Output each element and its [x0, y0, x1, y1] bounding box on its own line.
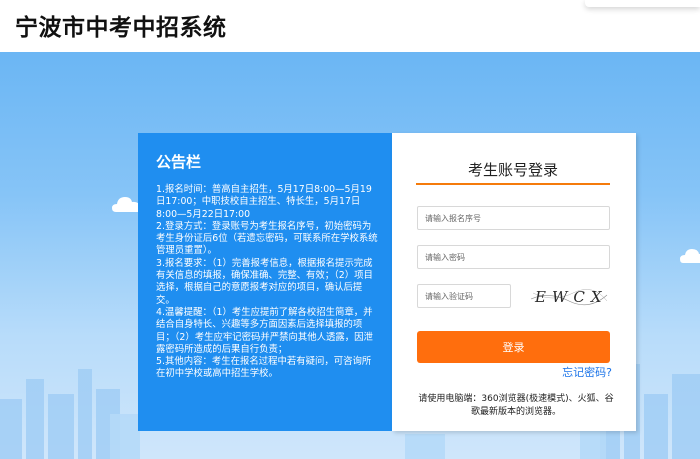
login-panel: 考生账号登录 EWCX 登录 忘记密码? 请使用电脑端：360浏览器(极速模式)…: [392, 133, 636, 431]
captcha-image[interactable]: EWCX: [529, 285, 609, 307]
notice-title: 公告栏: [156, 153, 202, 171]
cloud-right-icon: [680, 249, 700, 263]
site-title: 宁波市中考中招系统: [15, 15, 227, 41]
account-input[interactable]: [417, 206, 610, 230]
captcha-input[interactable]: [417, 284, 511, 308]
login-button[interactable]: 登录: [417, 331, 610, 363]
notice-board: 公告栏 1.报名时间：普高自主招生，5月17日8:00—5月19日17:00；中…: [138, 133, 392, 431]
password-input[interactable]: [417, 245, 610, 269]
notice-text: 1.报名时间：普高自主招生，5月17日8:00—5月19日17:00；中职技校自…: [156, 184, 378, 380]
browser-requirement-note: 请使用电脑端：360浏览器(极速模式)、火狐、谷歌最新版本的浏览器。: [418, 394, 614, 417]
login-title-underline: [416, 183, 610, 185]
site-header: 宁波市中考中招系统: [0, 0, 700, 52]
captcha-text: EWCX: [534, 288, 608, 306]
forgot-password-link[interactable]: 忘记密码?: [562, 364, 612, 380]
header-dropdown-edge: [585, 0, 700, 7]
login-title: 考生账号登录: [467, 161, 558, 179]
